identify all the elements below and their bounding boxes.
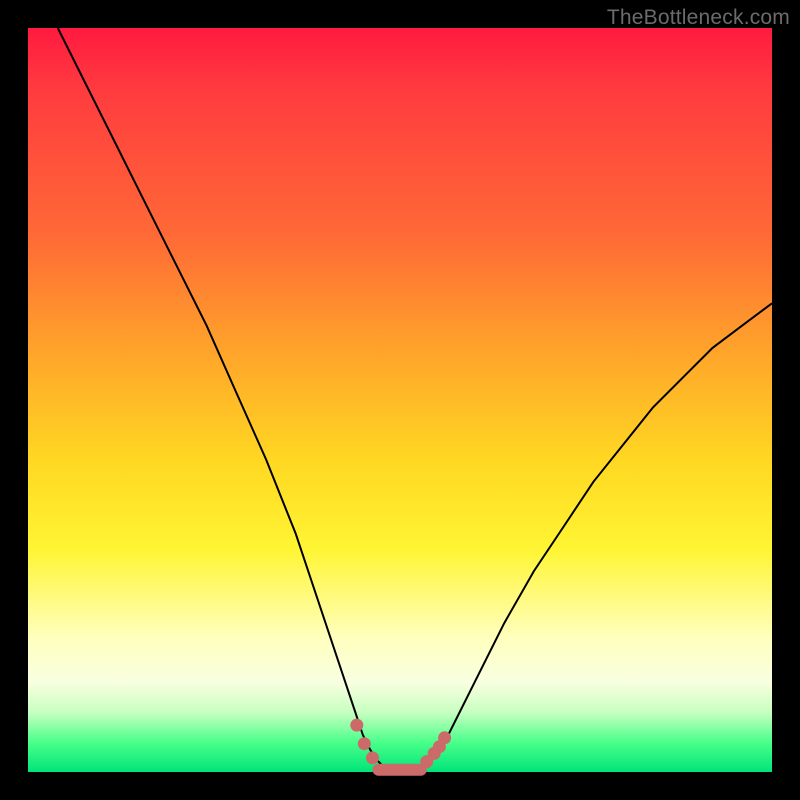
curve-layer	[28, 28, 772, 772]
valley-bar	[373, 764, 427, 776]
bottleneck-curve	[58, 28, 772, 772]
watermark-text: TheBottleneck.com	[607, 6, 790, 30]
valley-dot	[358, 737, 371, 750]
plot-area	[28, 28, 772, 772]
valley-dot	[438, 731, 451, 744]
valley-dot	[366, 751, 379, 764]
valley-markers	[350, 719, 451, 776]
chart-frame: TheBottleneck.com	[0, 0, 800, 800]
valley-dot	[350, 719, 363, 732]
